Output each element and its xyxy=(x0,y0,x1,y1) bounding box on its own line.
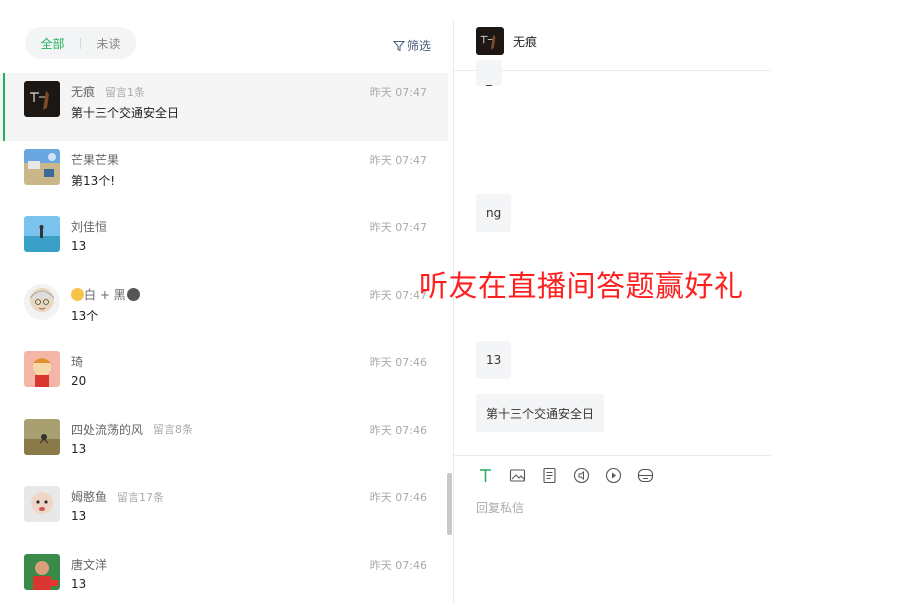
conversation-preview: 20 xyxy=(71,374,86,388)
document-button[interactable] xyxy=(540,466,558,484)
avatar xyxy=(24,419,60,455)
conversation-time: 昨天 07:46 xyxy=(370,489,427,505)
conversation-time: 昨天 07:46 xyxy=(370,557,427,573)
funnel-icon xyxy=(393,40,405,52)
conversation-list-panel: 全部 未读 筛选 无痕 留言1条 昨天 07:47 第十三个交通安全日 芒果芒果 xyxy=(0,0,454,603)
conversation-name-line: 姆憨鱼 留言17条 xyxy=(71,488,164,505)
composer-divider xyxy=(454,455,771,456)
avatar xyxy=(24,351,60,387)
audio-button[interactable] xyxy=(572,466,590,484)
conversation-name-line: 四处流荡的风 留言8条 xyxy=(71,421,193,438)
conversation-row[interactable]: 无痕 留言1条 昨天 07:47 第十三个交通安全日 xyxy=(0,73,448,141)
avatar xyxy=(24,81,60,117)
smile-emoji-icon xyxy=(71,288,84,301)
conversation-time: 昨天 07:47 xyxy=(370,84,427,100)
conversation-time: 昨天 07:47 xyxy=(370,152,427,168)
conversation-row[interactable]: 白 + 黑 昨天 07:47 13个 xyxy=(0,276,448,344)
conversation-time: 昨天 07:47 xyxy=(370,219,427,235)
conversation-name: 姆憨鱼 xyxy=(71,488,107,505)
reply-input[interactable]: 回复私信 xyxy=(476,499,524,516)
conversation-preview: 13 xyxy=(71,239,86,253)
text-icon xyxy=(477,467,494,484)
conversation-preview: 13 xyxy=(71,509,86,523)
composer-toolbar xyxy=(476,466,654,484)
message-bubble: 第十三个交通安全日 xyxy=(476,394,604,432)
conversation-name: 刘佳恒 xyxy=(71,218,107,235)
conversation-name-line: 无痕 留言1条 xyxy=(71,83,145,100)
conversation-name: 琦 xyxy=(71,353,83,370)
document-icon xyxy=(541,467,558,484)
overlay-caption: 听友在直播间答题赢好礼 xyxy=(419,263,744,305)
audio-icon xyxy=(573,467,590,484)
conversation-time: 昨天 07:46 xyxy=(370,354,427,370)
avatar xyxy=(24,149,60,185)
message-bubble: _ xyxy=(476,60,502,86)
conversation-name-line: 白 + 黑 xyxy=(71,286,140,303)
play-icon xyxy=(605,467,622,484)
message-count: 留言8条 xyxy=(153,421,193,437)
chat-title: 无痕 xyxy=(513,33,537,50)
conversation-preview: 第十三个交通安全日 xyxy=(71,104,179,121)
conversation-name-line: 琦 xyxy=(71,353,83,370)
chat-avatar xyxy=(476,27,504,55)
message-bubble: 13 xyxy=(476,341,511,379)
message-bubble: ng xyxy=(476,194,511,232)
conversation-preview: 13个 xyxy=(71,307,98,324)
tab-all[interactable]: 全部 xyxy=(25,35,80,52)
conversation-preview: 13 xyxy=(71,442,86,456)
dark-face-emoji-icon xyxy=(127,288,140,301)
message-count: 留言1条 xyxy=(105,84,145,100)
conversation-name: 唐文洋 xyxy=(71,556,107,573)
more-button[interactable] xyxy=(636,466,654,484)
message-count: 留言17条 xyxy=(117,489,164,505)
conversation-row[interactable]: 姆憨鱼 留言17条 昨天 07:46 13 xyxy=(0,478,448,546)
image-icon xyxy=(509,467,526,484)
video-button[interactable] xyxy=(604,466,622,484)
avatar xyxy=(24,284,60,320)
conversation-preview: 13 xyxy=(71,577,86,591)
chat-header: 无痕 xyxy=(476,27,537,55)
avatar xyxy=(24,554,60,590)
tab-unread[interactable]: 未读 xyxy=(81,35,136,52)
conversation-name: 白 + 黑 xyxy=(84,286,126,303)
conversation-preview: 第13个! xyxy=(71,172,115,189)
avatar xyxy=(24,216,60,252)
conversation-time: 昨天 07:46 xyxy=(370,422,427,438)
conversation-list: 无痕 留言1条 昨天 07:47 第十三个交通安全日 芒果芒果 昨天 07:47… xyxy=(0,73,448,613)
avatar xyxy=(24,486,60,522)
panel-divider xyxy=(453,20,454,603)
image-button[interactable] xyxy=(508,466,526,484)
conversation-row[interactable]: 芒果芒果 昨天 07:47 第13个! xyxy=(0,141,448,209)
filter-tabs: 全部 未读 xyxy=(25,27,136,59)
conversation-name: 无痕 xyxy=(71,83,95,100)
filter-button-label: 筛选 xyxy=(407,37,431,54)
conversation-row[interactable]: 四处流荡的风 留言8条 昨天 07:46 13 xyxy=(0,411,448,479)
card-icon xyxy=(637,467,654,484)
conversation-name-line: 刘佳恒 xyxy=(71,218,107,235)
filter-button[interactable]: 筛选 xyxy=(393,37,431,54)
conversation-row[interactable]: 琦 昨天 07:46 20 xyxy=(0,343,448,411)
list-scrollbar[interactable] xyxy=(447,473,452,535)
conversation-name: 芒果芒果 xyxy=(71,151,119,168)
conversation-name-line: 芒果芒果 xyxy=(71,151,119,168)
conversation-name: 四处流荡的风 xyxy=(71,421,143,438)
conversation-name-line: 唐文洋 xyxy=(71,556,107,573)
text-format-button[interactable] xyxy=(476,466,494,484)
conversation-row[interactable]: 刘佳恒 昨天 07:47 13 xyxy=(0,208,448,276)
